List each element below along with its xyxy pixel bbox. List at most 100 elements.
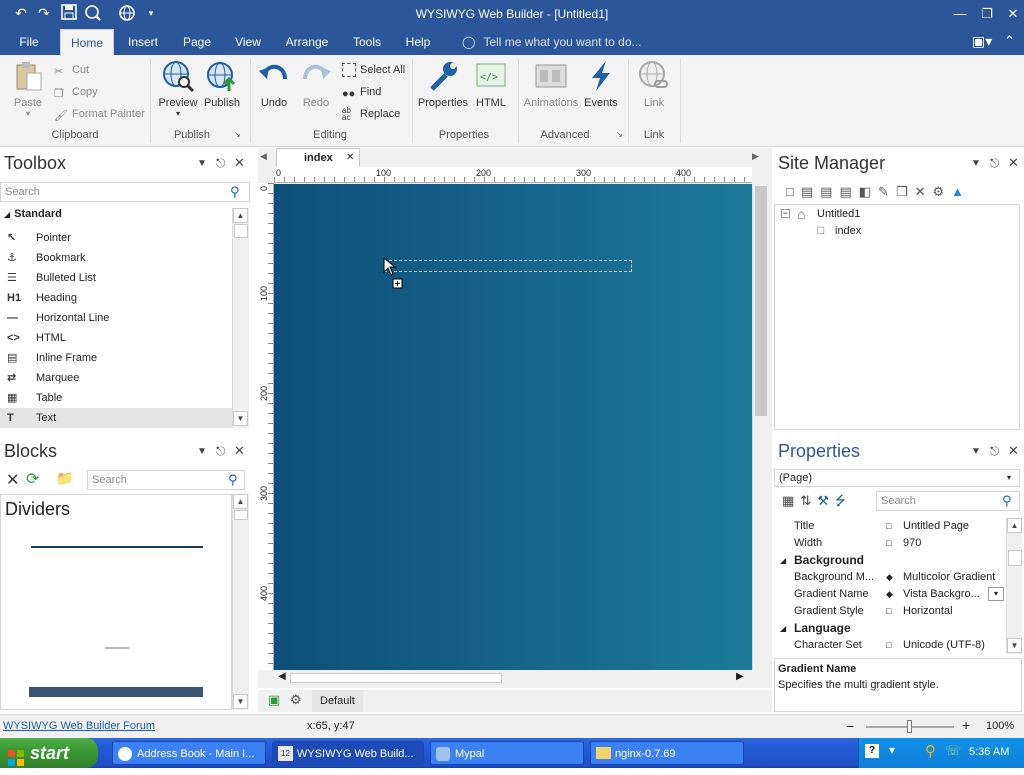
format-painter-button[interactable]: 🖌 Format Painter [54, 105, 145, 123]
manager-settings-icon[interactable]: ⚙ [933, 184, 952, 199]
property-category[interactable]: ◢ Language [774, 620, 1006, 637]
scroll-down-icon[interactable]: ▼ [233, 411, 248, 426]
scroll-up-icon[interactable]: ▲ [233, 494, 248, 509]
toolbox-item-table[interactable]: ▦ Table [0, 388, 232, 408]
page-settings-icon[interactable]: ⚙ [290, 692, 302, 708]
tab-insert[interactable]: Insert [118, 29, 168, 55]
tab-view[interactable]: View [228, 29, 268, 55]
scroll-down-icon[interactable]: ▼ [1007, 638, 1022, 653]
select-all-button[interactable]: Select All [342, 61, 405, 79]
scroll-up-icon[interactable]: ▲ [233, 208, 248, 223]
paste-dropdown-icon[interactable]: ▾ [8, 109, 48, 118]
new-folder-icon[interactable]: ◧ [859, 184, 878, 199]
site-root-label[interactable]: Untitled1 [817, 208, 860, 220]
tab-arrange[interactable]: Arrange [280, 29, 334, 55]
toolbox-item-heading[interactable]: H1 Heading [0, 288, 232, 308]
toolbox-close-icon[interactable]: ✕ [234, 155, 245, 171]
toolbox-item-marquee[interactable]: ⇄ Marquee [0, 368, 232, 388]
help-icon[interactable]: ? [865, 744, 879, 758]
zoom-slider-thumb[interactable] [907, 720, 912, 733]
tell-me-box[interactable]: ◯ Tell me what you want to do... [462, 29, 642, 55]
scroll-thumb[interactable] [1008, 550, 1022, 566]
toolbox-item-horizontal-line[interactable]: — Horizontal Line [0, 308, 232, 328]
zoom-out-icon[interactable]: − [846, 718, 854, 734]
search-icon[interactable]: ⚲ [1002, 493, 1012, 509]
object-selector[interactable]: (Page) ▾ [774, 469, 1020, 487]
add-page-icon[interactable]: ▣ [268, 692, 280, 708]
divider-sample-bar[interactable] [29, 687, 203, 697]
copy-button[interactable]: ❐ Copy [54, 83, 98, 101]
toolbox-item-bookmark[interactable]: ⚓ Bookmark [0, 248, 232, 268]
tab-tools[interactable]: Tools [346, 29, 388, 55]
zoom-in-icon[interactable]: + [962, 717, 970, 733]
close-window-button[interactable]: ✕ [999, 4, 1024, 24]
link-page-icon[interactable]: ▤ [839, 184, 858, 199]
publish-launcher-icon[interactable]: ↘ [234, 130, 241, 139]
property-row[interactable]: Width □ 970 [774, 535, 1006, 552]
site-manager-pin-icon[interactable]: ⎋ [990, 156, 1000, 171]
delete-page-icon[interactable]: ✕ [915, 184, 933, 199]
property-row[interactable]: Gradient Style □ Horizontal [774, 603, 1006, 620]
design-canvas[interactable] [274, 184, 752, 670]
divider-sample-line[interactable] [31, 546, 203, 548]
properties-pin-icon[interactable]: ⎋ [990, 444, 1000, 459]
preview-dropdown-icon[interactable]: ▾ [156, 109, 200, 118]
blocks-pin-icon[interactable]: ⎋ [216, 444, 226, 459]
task-wysiwyg-web-builder[interactable]: 12 WYSIWYG Web Build... [272, 741, 424, 765]
start-button[interactable]: start [0, 738, 98, 768]
events-button[interactable]: Events [582, 59, 620, 109]
property-value[interactable]: Unicode (UTF-8) [903, 637, 985, 654]
task-address-book[interactable]: Address Book - Main I... [112, 741, 266, 765]
toolbox-pin-icon[interactable]: ⎋ [216, 156, 226, 171]
drawing-rectangle-outline[interactable] [384, 260, 632, 272]
properties-wrench-icon[interactable]: ⚒ [817, 493, 835, 508]
toolbox-menu-icon[interactable]: ▼ [197, 158, 207, 169]
toolbox-item-html[interactable]: <> HTML [0, 328, 232, 348]
property-value[interactable]: Vista Backgro... [903, 586, 980, 603]
properties-scrollbar[interactable]: ▲ ▼ [1006, 518, 1022, 654]
toolbox-search-input[interactable]: Search [0, 182, 250, 202]
duplicate-page-icon[interactable]: ❐ [896, 184, 915, 199]
task-nginx-folder[interactable]: nginx-0.7.69 [590, 741, 744, 765]
advanced-launcher-icon[interactable]: ↘ [616, 130, 623, 139]
collapse-arrow-icon[interactable]: ◢ [780, 552, 786, 569]
search-icon[interactable]: ⚲ [228, 472, 238, 488]
tab-home[interactable]: Home [60, 29, 114, 55]
scroll-thumb[interactable] [290, 673, 502, 683]
search-tray-icon[interactable]: ⚲ [925, 742, 936, 760]
forum-link[interactable]: WYSIWYG Web Builder Forum [3, 720, 155, 732]
search-icon[interactable]: ⚲ [230, 184, 240, 200]
new-page-copy-icon[interactable]: ▤ [801, 184, 820, 199]
edit-page-icon[interactable]: ✎ [878, 184, 896, 199]
preview-button[interactable]: Preview ▾ [156, 59, 200, 118]
new-page-icon[interactable]: □ [786, 184, 801, 199]
cut-button[interactable]: ✂ Cut [54, 61, 89, 79]
undo-button[interactable]: Undo [256, 59, 292, 109]
property-value[interactable]: 970 [903, 535, 921, 552]
window-layout-icon[interactable]: ▣▾ [972, 33, 992, 50]
open-folder-icon[interactable]: 📁 [56, 470, 73, 487]
animations-button[interactable]: Animations [522, 59, 580, 109]
tab-help[interactable]: Help [400, 29, 436, 55]
site-manager-close-icon[interactable]: ✕ [1008, 155, 1019, 171]
html-button[interactable]: </> HTML [472, 59, 510, 109]
link-button[interactable]: Link [634, 59, 674, 109]
paste-button[interactable]: Paste ▾ [8, 59, 48, 118]
events-lightning-icon[interactable]: ⭍ [835, 493, 852, 508]
restore-button[interactable]: ❐ [973, 4, 1001, 24]
tab-page[interactable]: Page [176, 29, 218, 55]
scroll-left-icon[interactable]: ◀ [278, 671, 286, 682]
scroll-thumb[interactable] [755, 186, 767, 416]
scroll-thumb[interactable] [234, 510, 248, 520]
toolbox-scrollbar[interactable]: ▲ ▼ [232, 208, 249, 428]
toolbox-item-bulleted-list[interactable]: ☰ Bulleted List [0, 268, 232, 288]
minimize-button[interactable]: — [946, 4, 974, 24]
property-value[interactable]: Multicolor Gradient [903, 569, 995, 586]
delete-block-icon[interactable]: ✕ [6, 470, 19, 490]
property-value[interactable]: Horizontal [903, 603, 953, 620]
scroll-down-icon[interactable]: ▼ [233, 694, 248, 709]
network-icon[interactable]: ☏ [945, 743, 961, 759]
property-category[interactable]: ◢ Background [774, 552, 1006, 569]
tree-collapse-icon[interactable]: − [781, 209, 790, 218]
publish-button[interactable]: Publish [202, 59, 242, 109]
